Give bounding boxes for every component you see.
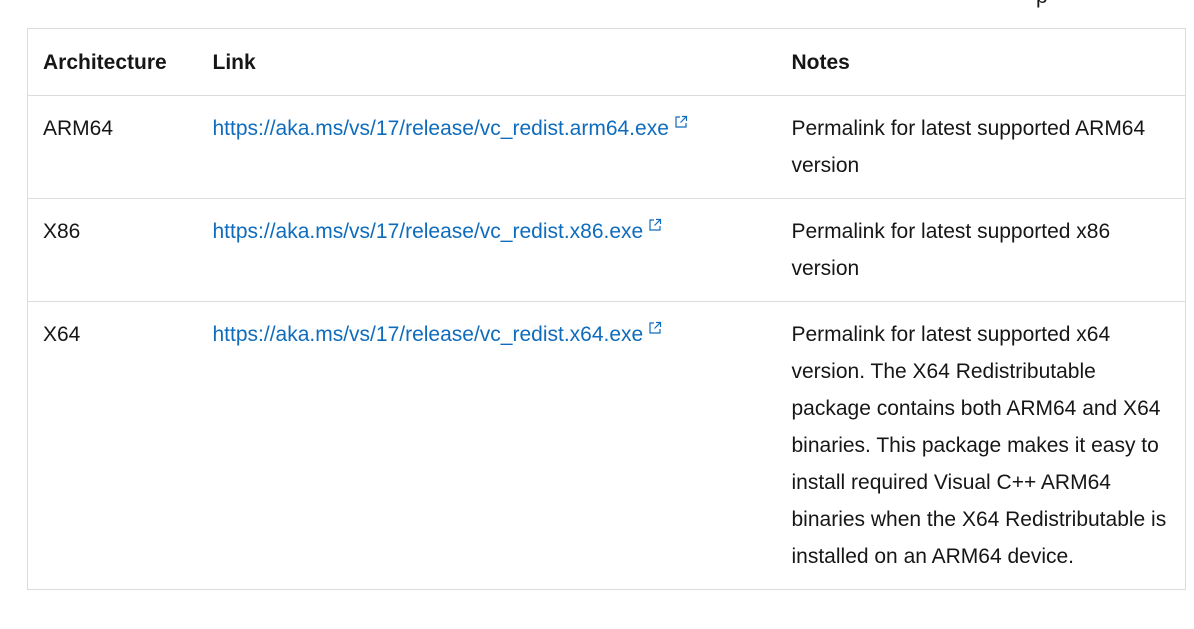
cell-link: https://aka.ms/vs/17/release/vc_redist.x… [197,198,777,302]
external-link-icon [649,321,662,334]
download-link-text: https://aka.ms/vs/17/release/vc_redist.x… [212,220,644,243]
cell-link: https://aka.ms/vs/17/release/vc_redist.a… [197,95,777,199]
table-row-x64: X64 https://aka.ms/vs/17/release/vc_redi… [27,301,1186,590]
download-link-x86[interactable]: https://aka.ms/vs/17/release/vc_redist.x… [212,218,663,243]
cell-notes: Permalink for latest supported x86 versi… [776,198,1186,302]
cell-notes: Permalink for latest supported x64 versi… [776,301,1186,590]
table-header-row: Architecture Link Notes [27,28,1186,96]
download-link-x64[interactable]: https://aka.ms/vs/17/release/vc_redist.x… [212,321,663,346]
cell-architecture: X64 [27,301,198,590]
external-link-icon [649,218,662,231]
redistributable-table: Architecture Link Notes ARM64 https://ak… [27,28,1186,590]
cut-off-text-fragment: p [1036,0,1048,7]
header-notes: Notes [776,28,1186,96]
cell-architecture: ARM64 [27,95,198,199]
download-link-text: https://aka.ms/vs/17/release/vc_redist.x… [212,323,644,346]
cell-notes: Permalink for latest supported ARM64 ver… [776,95,1186,199]
cell-architecture: X86 [27,198,198,302]
external-link-icon [675,115,687,128]
download-link-arm64[interactable]: https://aka.ms/vs/17/release/vc_redist.a… [212,115,688,140]
cell-link: https://aka.ms/vs/17/release/vc_redist.x… [197,301,777,590]
download-link-text: https://aka.ms/vs/17/release/vc_redist.a… [212,117,669,140]
header-link: Link [197,28,777,96]
table-row-arm64: ARM64 https://aka.ms/vs/17/release/vc_re… [27,95,1186,199]
header-architecture: Architecture [27,28,198,96]
table-row-x86: X86 https://aka.ms/vs/17/release/vc_redi… [27,198,1186,302]
